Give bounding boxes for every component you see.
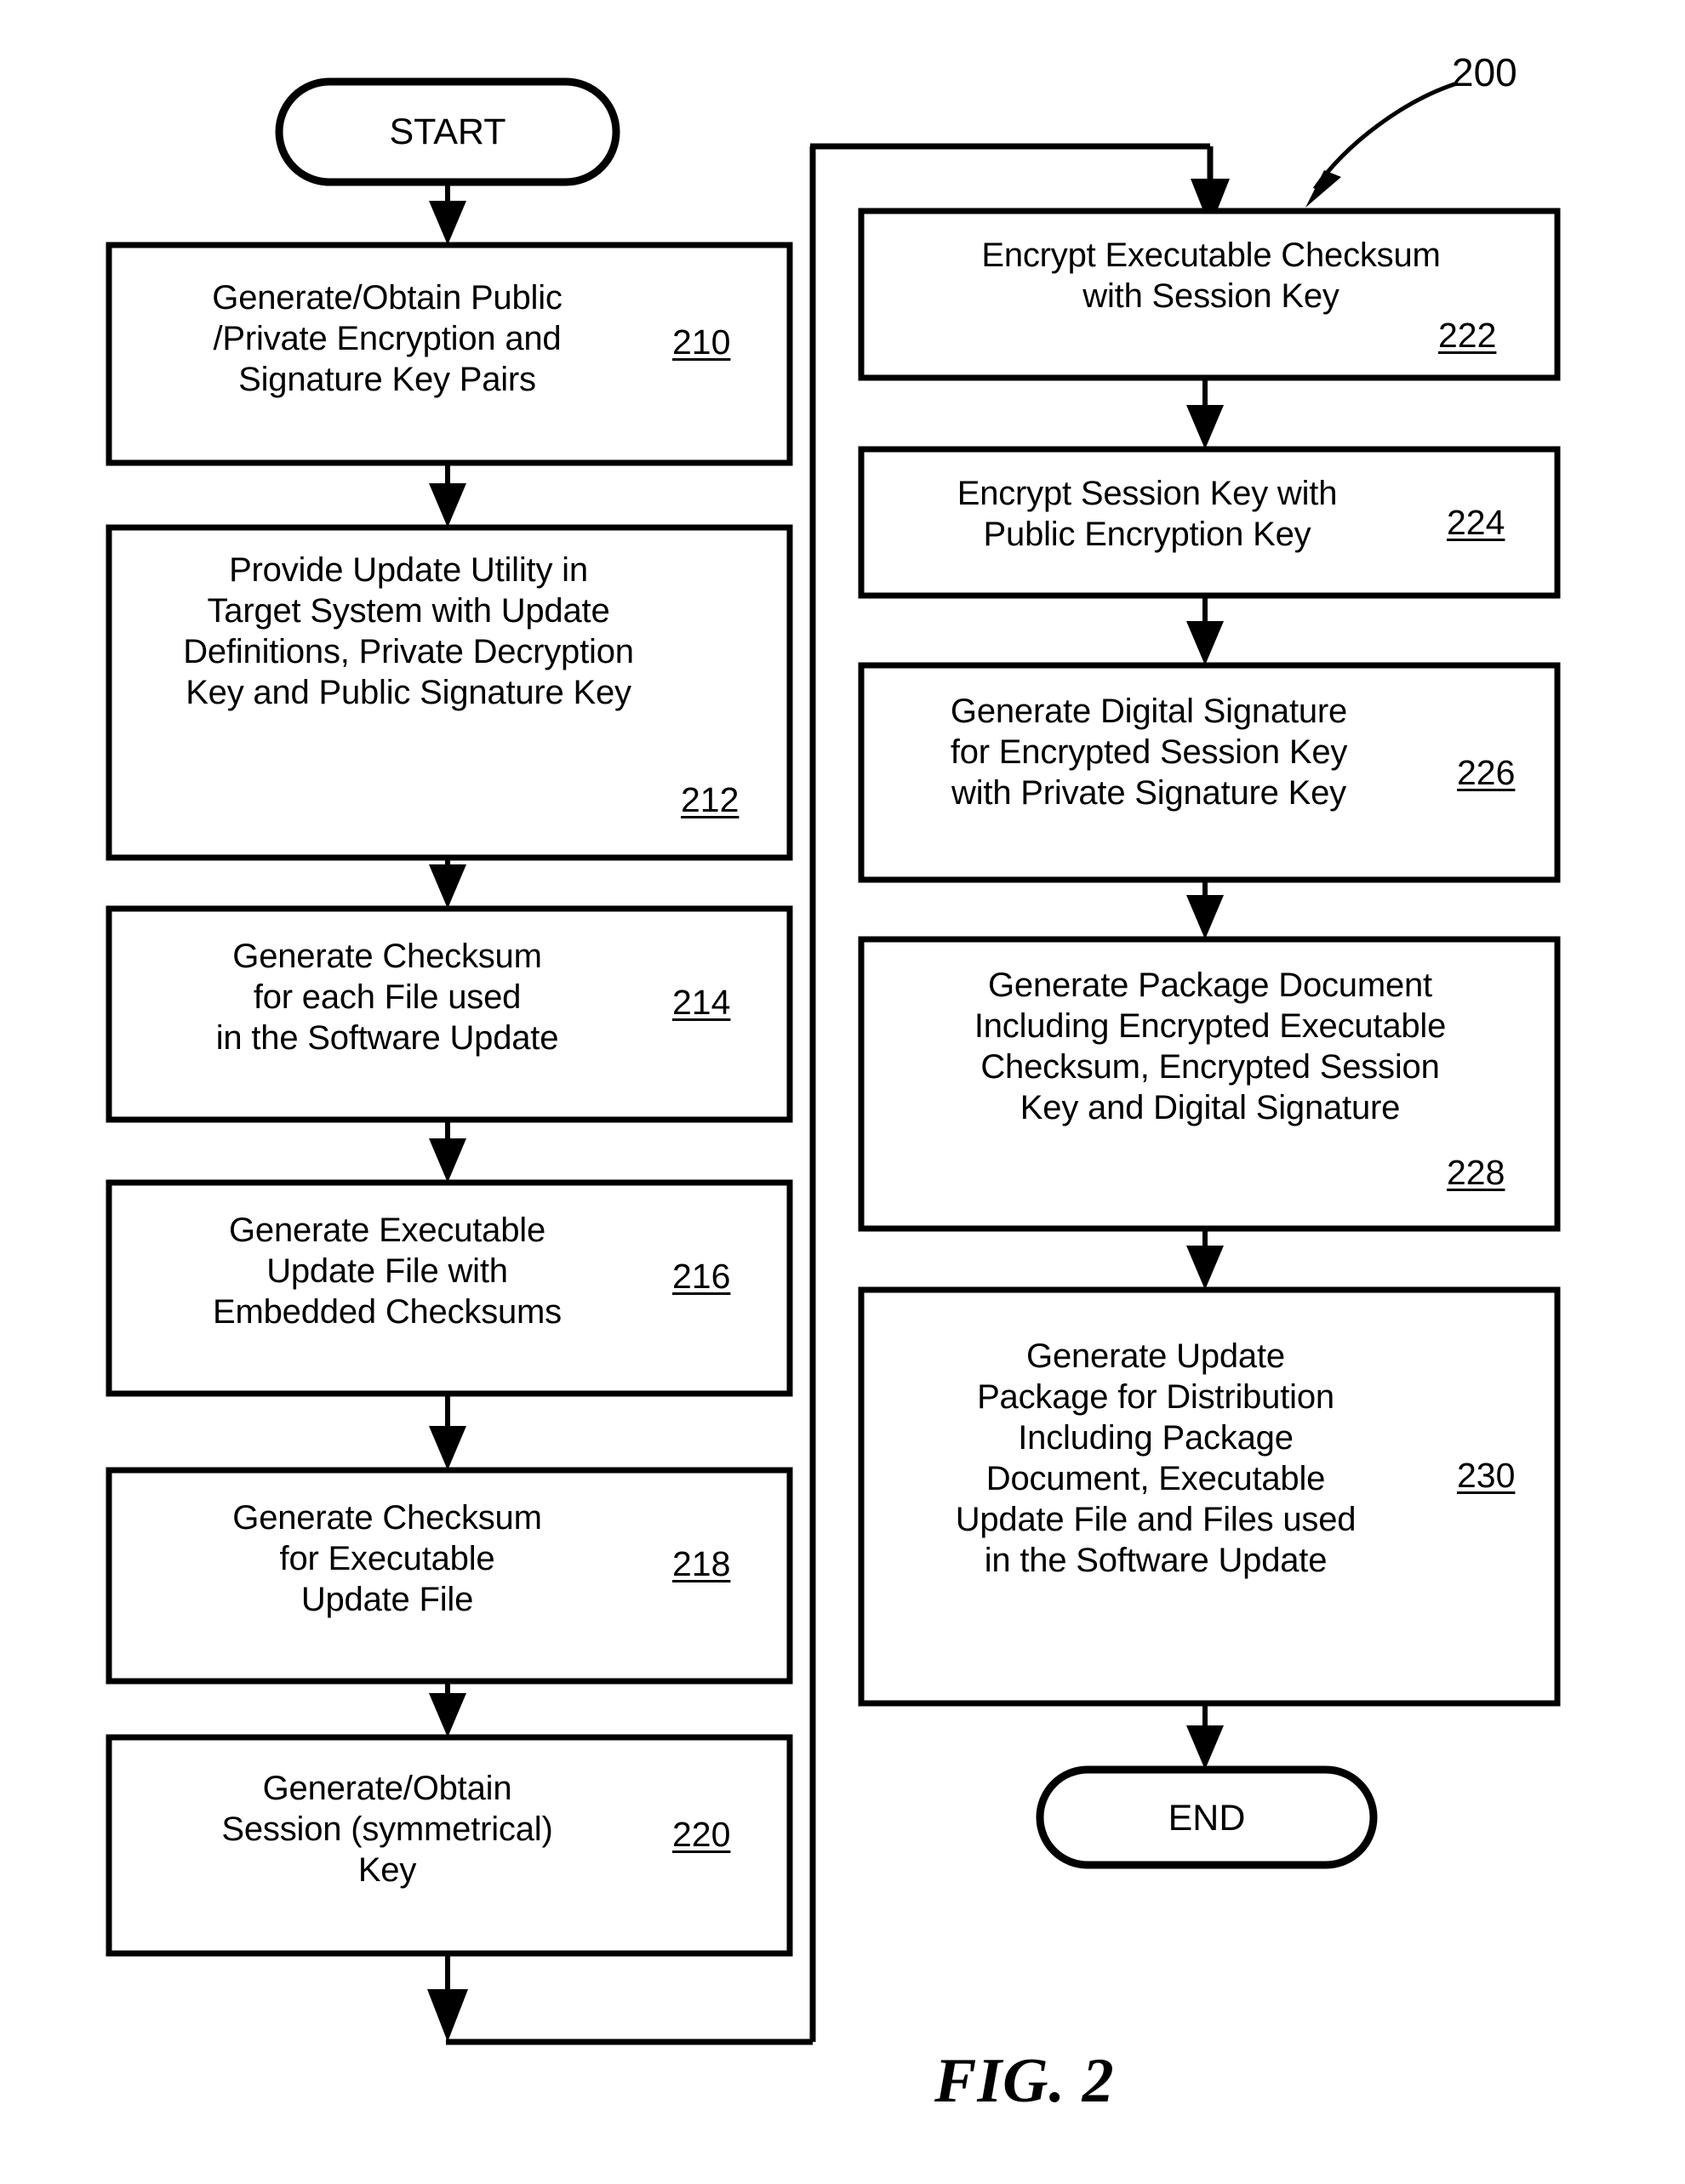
step-ref-210: 210 xyxy=(672,322,731,362)
connector-214-to-216 xyxy=(429,1120,466,1183)
connector-216-to-218 xyxy=(429,1394,466,1470)
connector-224-to-226 xyxy=(1186,596,1224,665)
step-ref-226: 226 xyxy=(1457,753,1516,792)
end-terminator-label: END xyxy=(1168,1798,1246,1839)
connector-start-to-210 xyxy=(429,182,466,245)
connector-218-to-220 xyxy=(429,1681,466,1737)
connector-230-to-end xyxy=(1186,1703,1224,1770)
step-text-224: Encrypt Session Key with Public Encrypti… xyxy=(957,475,1338,553)
step-ref-224: 224 xyxy=(1447,503,1505,542)
diagram-reference-leader xyxy=(1305,81,1458,208)
step-text-228: Generate Package Document Including Encr… xyxy=(974,967,1447,1126)
step-text-212: Provide Update Utility in Target System … xyxy=(183,551,634,711)
connector-226-to-228 xyxy=(1186,880,1224,939)
step-ref-222: 222 xyxy=(1438,316,1497,355)
step-text-214: Generate Checksum for each File used in … xyxy=(215,938,559,1057)
step-ref-228: 228 xyxy=(1447,1153,1505,1192)
start-terminator-label: START xyxy=(389,111,506,152)
figure-canvas: START END Generate/Obtain Public /Privat… xyxy=(0,0,1685,2184)
step-ref-214: 214 xyxy=(672,983,731,1022)
step-ref-218: 218 xyxy=(672,1544,731,1583)
step-ref-212: 212 xyxy=(681,780,740,819)
step-text-220: Generate/Obtain Session (symmetrical) Ke… xyxy=(221,1770,553,1889)
step-ref-220: 220 xyxy=(672,1815,731,1854)
diagram-reference-200: 200 xyxy=(1452,50,1517,94)
connector-222-to-224 xyxy=(1186,378,1224,449)
step-text-230: Generate Update Package for Distribution… xyxy=(955,1337,1357,1579)
step-text-222: Encrypt Executable Checksum with Session… xyxy=(981,237,1441,315)
step-text-226: Generate Digital Signature for Encrypted… xyxy=(950,693,1348,812)
connector-228-to-230 xyxy=(1186,1229,1224,1290)
connector-210-to-212 xyxy=(429,463,466,527)
figure-caption: FIG. 2 xyxy=(934,2046,1115,2116)
step-ref-216: 216 xyxy=(672,1257,731,1296)
step-text-218: Generate Checksum for Executable Update … xyxy=(232,1499,542,1618)
step-text-216: Generate Executable Update File with Emb… xyxy=(213,1212,562,1331)
step-text-210: Generate/Obtain Public /Private Encrypti… xyxy=(212,279,563,398)
connector-212-to-214 xyxy=(429,858,466,909)
step-ref-230: 230 xyxy=(1457,1456,1516,1495)
